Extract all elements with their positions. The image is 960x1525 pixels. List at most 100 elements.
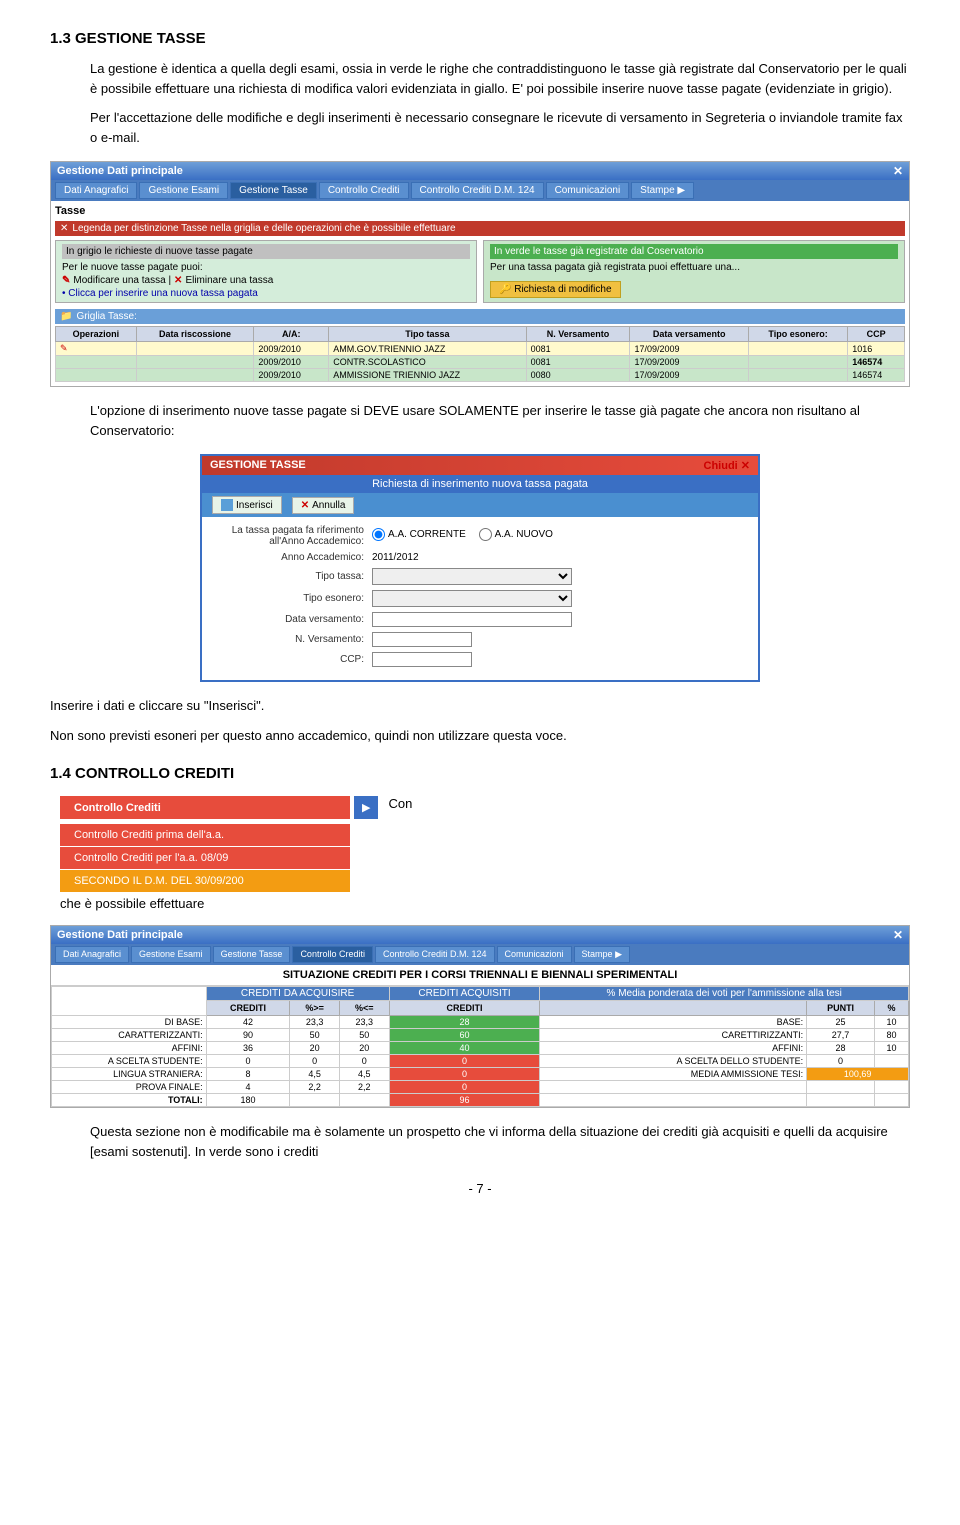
td-c4: 0 <box>389 1068 540 1081</box>
radio-nuovo-input[interactable] <box>479 528 492 541</box>
radio-corrente-input[interactable] <box>372 528 385 541</box>
td-rlabel: MEDIA AMMISSIONE TESI: <box>540 1068 807 1081</box>
cred-nav-esami[interactable]: Gestione Esami <box>131 946 211 963</box>
cred-nav-dati[interactable]: Dati Anagrafici <box>55 946 129 963</box>
td-r1: 25 <box>807 1016 875 1029</box>
ins-label3: Tipo tassa: <box>212 571 372 582</box>
td-data <box>136 369 254 382</box>
cred-win-close[interactable]: ✕ <box>893 928 903 942</box>
legenda-right: In verde le tasse già registrate dal Cos… <box>483 240 905 303</box>
dropdown-menu: Controllo Crediti prima dell'a.a. Contro… <box>60 823 350 892</box>
legenda-content: In grigio le richieste di nuove tasse pa… <box>55 240 905 303</box>
nav-controllo-crediti[interactable]: Controllo Crediti <box>319 182 409 199</box>
ins-note2: Non sono previsti esoneri per questo ann… <box>50 726 910 746</box>
td-esonero <box>748 342 847 356</box>
cred-nav-crediti[interactable]: Controllo Crediti <box>292 946 373 963</box>
modifica-icon: 🔑 <box>499 284 511 295</box>
crediti-arrow[interactable]: ▶ <box>354 796 378 819</box>
nav-dati-anagrafici[interactable]: Dati Anagrafici <box>55 182 137 199</box>
crediti-dropdown-area: Controllo Crediti ▶ Con Controllo Credit… <box>60 796 910 911</box>
td-esonero <box>748 369 847 382</box>
legenda-left-item2: ✎ Modificare una tassa | ✕ Eliminare una… <box>62 275 470 286</box>
cred-th-da-acquisire: CREDITI DA ACQUISIRE <box>206 987 389 1001</box>
ins-label2: Anno Accademico: <box>212 552 372 563</box>
folder-icon: 📁 <box>60 311 72 322</box>
td-r1: 28 <box>807 1042 875 1055</box>
cred-nav-tasse[interactable]: Gestione Tasse <box>213 946 291 963</box>
ccp-input[interactable] <box>372 652 472 667</box>
td-c4: 96 <box>389 1094 540 1107</box>
legenda-text: Legenda per distinzione Tasse nella grig… <box>72 223 455 234</box>
n-versamento-input[interactable] <box>372 632 472 647</box>
td-c2: 50 <box>290 1029 340 1042</box>
data-versamento-input[interactable] <box>372 612 572 627</box>
ins-row-n-vers: N. Versamento: <box>212 632 748 647</box>
table-row: 2009/2010 AMMISSIONE TRIENNIO JAZZ 0080 … <box>56 369 905 382</box>
dropdown-item-3[interactable]: SECONDO IL D.M. DEL 30/09/200 <box>60 869 350 892</box>
td-c3: 50 <box>339 1029 389 1042</box>
annulla-btn[interactable]: ✕ Annulla <box>292 497 355 514</box>
ins-label5: Data versamento: <box>212 614 372 625</box>
cred-nav-stampe[interactable]: Stampe ▶ <box>574 946 630 963</box>
cred-th-empty2 <box>540 1001 807 1016</box>
ins-row-anno: Anno Accademico: 2011/2012 <box>212 552 748 563</box>
table-row: TOTALI: 180 96 <box>52 1094 909 1107</box>
td-nvers: 0081 <box>526 356 630 369</box>
td-r2 <box>874 1094 908 1107</box>
inserimento-box: GESTIONE TASSE Chiudi ✕ Richiesta di ins… <box>200 454 760 682</box>
td-label: A SCELTA STUDENTE: <box>52 1055 207 1068</box>
ins-value-radios: A.A. CORRENTE A.A. NUOVO <box>372 528 563 544</box>
radio-corrente[interactable]: A.A. CORRENTE <box>372 528 466 541</box>
td-c1: 8 <box>206 1068 290 1081</box>
td-data <box>136 342 254 356</box>
nav-controllo-crediti-dm[interactable]: Controllo Crediti D.M. 124 <box>411 182 544 199</box>
td-c1: 180 <box>206 1094 290 1107</box>
dropdown-item-2[interactable]: Controllo Crediti per l'a.a. 08/09 <box>60 846 350 869</box>
che-e-text: che è possibile effettuare <box>60 896 910 911</box>
cred-nav-crediti-dm[interactable]: Controllo Crediti D.M. 124 <box>375 946 495 963</box>
radio-nuovo[interactable]: A.A. NUOVO <box>479 528 553 541</box>
section2-para: Questa sezione non è modificabile ma è s… <box>90 1122 910 1161</box>
td-c1: 90 <box>206 1029 290 1042</box>
btn-controllo-crediti[interactable]: Controllo Crediti <box>60 796 350 819</box>
td-c1: 4 <box>206 1081 290 1094</box>
ins-row-data-vers: Data versamento: <box>212 612 748 627</box>
cred-th-perc: % <box>874 1001 908 1016</box>
win-close-icon[interactable]: ✕ <box>893 164 903 178</box>
crediti-screenshot: Gestione Dati principale ✕ Dati Anagrafi… <box>50 925 910 1108</box>
legenda-right-sub: Per una tassa pagata già registrata puoi… <box>490 262 898 273</box>
nav-gestione-esami[interactable]: Gestione Esami <box>139 182 228 199</box>
table-row: 2009/2010 CONTR.SCOLASTICO 0081 17/09/20… <box>56 356 905 369</box>
td-ccp: 146574 <box>848 356 905 369</box>
tipo-esonero-select[interactable] <box>372 590 572 607</box>
td-tipo: AMMISSIONE TRIENNIO JAZZ <box>329 369 526 382</box>
modifica-btn[interactable]: 🔑 Richiesta di modifiche <box>490 281 621 298</box>
td-c3: 2,2 <box>339 1081 389 1094</box>
td-r1: 100,69 <box>807 1068 909 1081</box>
ins-chiudi[interactable]: Chiudi ✕ <box>704 459 751 472</box>
nav-stampe[interactable]: Stampe ▶ <box>631 182 694 199</box>
tipo-tassa-select[interactable] <box>372 568 572 585</box>
nav-comunicazioni[interactable]: Comunicazioni <box>546 182 630 199</box>
nav-gestione-tasse[interactable]: Gestione Tasse <box>230 182 317 199</box>
ins-win-title: GESTIONE TASSE <box>210 459 306 472</box>
inserisci-btn[interactable]: Inserisci <box>212 496 282 514</box>
th-data-risc: Data riscossione <box>136 327 254 342</box>
td-r1: 0 <box>807 1055 875 1068</box>
td-r2 <box>874 1055 908 1068</box>
annulla-icon: ✕ <box>301 500 309 511</box>
ins-row-tipo-tassa: Tipo tassa: <box>212 568 748 585</box>
ins-value-anno: 2011/2012 <box>372 552 419 563</box>
cred-nav-comunicazioni[interactable]: Comunicazioni <box>497 946 572 963</box>
td-op <box>56 369 137 382</box>
td-c1: 0 <box>206 1055 290 1068</box>
td-c1: 42 <box>206 1016 290 1029</box>
legenda-left-item3[interactable]: • Clicca per inserire una nuova tassa pa… <box>62 288 470 299</box>
annulla-label: Annulla <box>312 500 345 511</box>
ins-label4: Tipo esonero: <box>212 593 372 604</box>
cred-win-titlebar: Gestione Dati principale ✕ <box>51 926 909 944</box>
td-aa: 2009/2010 <box>254 356 329 369</box>
cred-th-crediti: CREDITI <box>206 1001 290 1016</box>
section-14-title: 1.4 CONTROLLO CREDITI <box>50 765 910 782</box>
dropdown-item-1[interactable]: Controllo Crediti prima dell'a.a. <box>60 823 350 846</box>
